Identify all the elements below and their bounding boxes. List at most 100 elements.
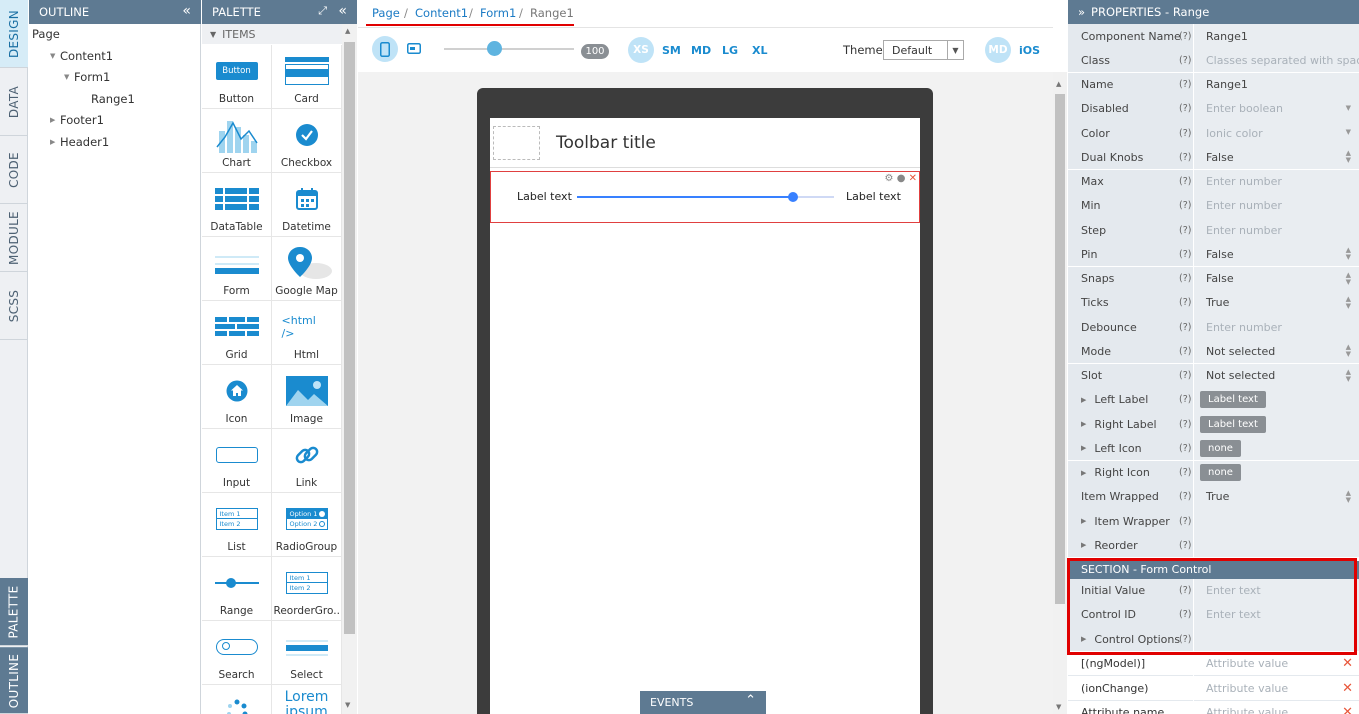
palette-item-select[interactable]: Select bbox=[272, 621, 342, 685]
palette-item-form[interactable]: Form bbox=[202, 237, 272, 301]
caret-right-icon[interactable]: ▶ bbox=[1081, 420, 1086, 428]
property-value-max[interactable]: Enter number bbox=[1194, 169, 1359, 194]
palette-item-datetime[interactable]: Datetime bbox=[272, 173, 342, 237]
breakpoint-md[interactable]: MD bbox=[691, 44, 711, 57]
help-icon[interactable]: (?) bbox=[1179, 315, 1191, 339]
property-value-slot[interactable]: Not selected ▲ ▼ bbox=[1194, 363, 1359, 388]
property-chip[interactable]: Label text bbox=[1200, 415, 1266, 433]
tree-item-range1[interactable]: Range1 bbox=[91, 90, 135, 108]
property-value-right-icon[interactable]: none bbox=[1194, 460, 1359, 485]
palette-item-text[interactable]: Lorem ipsum bbox=[272, 685, 342, 714]
tree-item-header1[interactable]: ▶ Header1 bbox=[50, 133, 109, 151]
palette-scrollbar[interactable]: ▲ ▼ bbox=[342, 24, 357, 714]
help-icon[interactable]: (?) bbox=[1179, 485, 1191, 509]
palette-item-radiogroup[interactable]: Option 1 Option 2 RadioGroup bbox=[272, 493, 342, 557]
canvas-scroll-thumb[interactable] bbox=[1055, 94, 1065, 604]
breadcrumb-content1[interactable]: Content1 bbox=[415, 6, 468, 20]
property-value-left-label[interactable]: Label text bbox=[1194, 387, 1359, 412]
property-value-item-wrapped[interactable]: True ▲ ▼ bbox=[1194, 484, 1359, 509]
tab-palette[interactable]: PALETTE bbox=[0, 578, 28, 646]
property-value-pin[interactable]: False ▲ ▼ bbox=[1194, 242, 1359, 267]
palette-item-card[interactable]: Card bbox=[272, 45, 342, 109]
palette-item-grid[interactable]: Grid bbox=[202, 301, 272, 365]
palette-item-search[interactable]: Search bbox=[202, 621, 272, 685]
tree-item-content1[interactable]: ▼ Content1 bbox=[50, 47, 113, 65]
help-icon[interactable]: (?) bbox=[1179, 145, 1191, 169]
help-icon[interactable]: (?) bbox=[1179, 194, 1191, 218]
palette-item-input[interactable]: Input bbox=[202, 429, 272, 493]
caret-right-icon[interactable]: ▶ bbox=[1081, 517, 1086, 525]
caret-right-icon[interactable]: ▶ bbox=[50, 116, 60, 124]
tab-design[interactable]: DESIGN bbox=[0, 0, 28, 68]
phone-view-button[interactable] bbox=[372, 36, 398, 62]
property-value-item-wrapper[interactable] bbox=[1194, 509, 1359, 533]
tree-item-form1[interactable]: ▼ Form1 bbox=[64, 68, 110, 86]
tab-module[interactable]: MODULE bbox=[0, 204, 28, 272]
help-icon[interactable]: (?) bbox=[1179, 412, 1191, 436]
property-value-ticks[interactable]: True ▲ ▼ bbox=[1194, 290, 1359, 315]
attribute-value[interactable]: Attribute value ✕ bbox=[1194, 700, 1359, 714]
caret-right-icon[interactable]: ▶ bbox=[1081, 396, 1086, 404]
palette-item-html[interactable]: <html /> Html bbox=[272, 301, 342, 365]
help-icon[interactable]: (?) bbox=[1179, 24, 1191, 48]
tab-data[interactable]: DATA bbox=[0, 68, 28, 136]
tree-item-page[interactable]: Page bbox=[32, 25, 60, 43]
collapse-icon[interactable]: « bbox=[182, 3, 191, 19]
scroll-down-icon[interactable]: ▼ bbox=[345, 701, 350, 709]
tab-outline[interactable]: OUTLINE bbox=[0, 647, 28, 714]
palette-item-datatable[interactable]: DataTable bbox=[202, 173, 272, 237]
remove-icon[interactable]: ✕ bbox=[1342, 656, 1353, 671]
help-icon[interactable]: (?) bbox=[1179, 121, 1191, 145]
close-icon[interactable]: ✕ bbox=[909, 173, 917, 184]
attribute-value[interactable]: Attribute value ✕ bbox=[1194, 676, 1359, 701]
breadcrumb-form1[interactable]: Form1 bbox=[480, 6, 516, 20]
caret-right-icon[interactable]: ▶ bbox=[1081, 469, 1086, 477]
toolbar-slot-placeholder[interactable] bbox=[493, 126, 540, 160]
attribute-name[interactable]: (ionChange) bbox=[1068, 676, 1193, 701]
attribute-value[interactable]: Attribute value ✕ bbox=[1194, 652, 1359, 677]
help-icon[interactable]: (?) bbox=[1179, 339, 1191, 363]
breakpoint-xs[interactable]: XS bbox=[628, 37, 654, 63]
property-value-reorder[interactable] bbox=[1194, 533, 1359, 558]
breakpoint-sm[interactable]: SM bbox=[662, 44, 681, 57]
help-icon[interactable]: (?) bbox=[1179, 242, 1191, 266]
property-value-disabled[interactable]: Enter boolean ▼ bbox=[1194, 96, 1359, 121]
help-icon[interactable]: (?) bbox=[1179, 73, 1191, 97]
range-item[interactable]: ⚙ ● ✕ Label text Label text bbox=[490, 171, 920, 223]
property-chip[interactable]: Label text bbox=[1200, 391, 1266, 409]
property-chip[interactable]: none bbox=[1200, 464, 1241, 481]
palette-item-reordergroup[interactable]: Item 1 Item 2 ReorderGro... bbox=[272, 557, 342, 621]
caret-right-icon[interactable]: ▶ bbox=[50, 138, 60, 146]
palette-item-checkbox[interactable]: Checkbox bbox=[272, 109, 342, 173]
caret-right-icon[interactable]: ▶ bbox=[1081, 541, 1086, 549]
help-icon[interactable]: (?) bbox=[1179, 218, 1191, 242]
palette-item-range[interactable]: Range bbox=[202, 557, 272, 621]
palette-item-link[interactable]: Link bbox=[272, 429, 342, 493]
help-icon[interactable]: (?) bbox=[1179, 388, 1191, 412]
property-value-min[interactable]: Enter number bbox=[1194, 193, 1359, 218]
items-section-header[interactable]: ▼ ITEMS bbox=[202, 24, 342, 44]
help-icon[interactable]: (?) bbox=[1179, 170, 1191, 194]
property-value-name[interactable]: Range1 bbox=[1194, 72, 1359, 97]
help-icon[interactable]: (?) bbox=[1179, 436, 1191, 460]
expand-icon[interactable]: ⤢ bbox=[318, 4, 327, 18]
property-value-class[interactable]: Classes separated with space bbox=[1194, 48, 1359, 73]
palette-item-icon[interactable]: Icon bbox=[202, 365, 272, 429]
platform-md[interactable]: MD bbox=[985, 37, 1011, 63]
tablet-view-button[interactable] bbox=[407, 43, 421, 57]
range-knob[interactable] bbox=[787, 192, 798, 202]
remove-icon[interactable]: ✕ bbox=[1342, 681, 1353, 696]
palette-item-button[interactable]: Button Button bbox=[202, 45, 272, 109]
help-icon[interactable]: (?) bbox=[1179, 97, 1191, 121]
tab-code[interactable]: CODE bbox=[0, 136, 28, 204]
tree-item-footer1[interactable]: ▶ Footer1 bbox=[50, 111, 104, 129]
attribute-name[interactable]: [(ngModel)] bbox=[1068, 652, 1193, 677]
property-value-color[interactable]: Ionic color ▼ bbox=[1194, 121, 1359, 145]
help-icon[interactable]: (?) bbox=[1179, 267, 1191, 291]
caret-right-icon[interactable]: ▶ bbox=[1081, 444, 1086, 452]
palette-scroll-thumb[interactable] bbox=[344, 42, 355, 634]
breadcrumb-page[interactable]: Page bbox=[372, 6, 400, 20]
more-icon[interactable]: ● bbox=[897, 173, 906, 184]
property-value-dual-knobs[interactable]: False ▲ ▼ bbox=[1194, 145, 1359, 170]
help-icon[interactable]: (?) bbox=[1179, 48, 1191, 72]
